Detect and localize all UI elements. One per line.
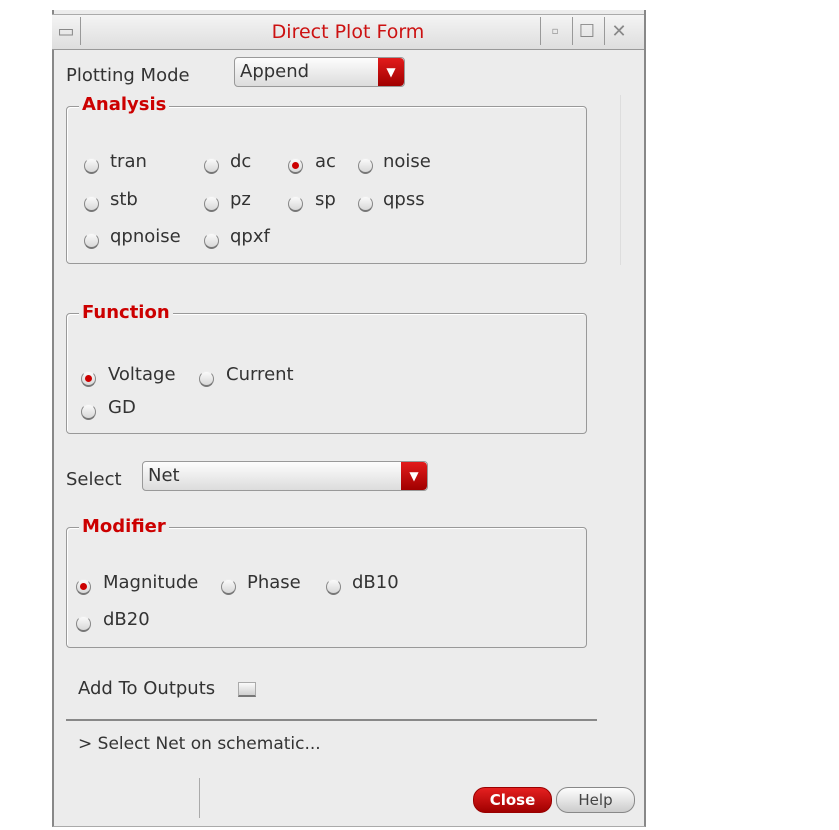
analysis-radio-ac[interactable] <box>288 158 303 174</box>
analysis-option-label[interactable]: qpnoise <box>110 226 181 247</box>
function-option-label[interactable]: GD <box>108 397 136 418</box>
modifier-option-label[interactable]: Magnitude <box>103 572 198 593</box>
function-legend: Function <box>79 302 173 323</box>
modifier-option-label[interactable]: dB10 <box>352 572 399 593</box>
modifier-radio-db10[interactable] <box>326 579 341 595</box>
analysis-radio-qpss[interactable] <box>358 196 373 212</box>
divider <box>199 778 200 818</box>
function-radio-gd[interactable] <box>81 404 96 420</box>
analysis-option-label[interactable]: noise <box>383 151 431 172</box>
add-to-outputs-label: Add To Outputs <box>78 678 216 699</box>
modifier-option-label[interactable]: dB20 <box>103 609 150 630</box>
help-button[interactable]: Help <box>556 787 635 813</box>
analysis-radio-sp[interactable] <box>288 196 303 212</box>
modifier-radio-phase[interactable] <box>221 579 236 595</box>
analysis-legend: Analysis <box>79 94 170 115</box>
title-bar[interactable]: ▭ Direct Plot Form ▫ ☐ ✕ <box>52 14 644 50</box>
modifier-legend: Modifier <box>79 516 169 537</box>
maximize-icon: ☐ <box>578 20 596 42</box>
select-value: Net <box>148 465 180 486</box>
plotting-mode-label: Plotting Mode <box>66 65 190 86</box>
function-radio-voltage[interactable] <box>81 371 96 387</box>
analysis-option-label[interactable]: qpxf <box>230 226 270 247</box>
analysis-option-label[interactable]: sp <box>315 189 336 210</box>
plotting-mode-dropdown[interactable]: Append ▼ <box>234 57 405 87</box>
analysis-option-label[interactable]: ac <box>315 151 336 172</box>
chevron-down-icon: ▼ <box>378 58 404 86</box>
analysis-radio-tran[interactable] <box>84 158 99 174</box>
select-label: Select <box>66 469 122 490</box>
close-button[interactable]: Close <box>473 787 552 813</box>
analysis-option-label[interactable]: dc <box>230 151 251 172</box>
status-text: > Select Net on schematic... <box>78 734 321 754</box>
plotting-mode-value: Append <box>240 61 310 82</box>
modifier-radio-db20[interactable] <box>76 616 91 632</box>
analysis-option-label[interactable]: pz <box>230 189 251 210</box>
analysis-option-label[interactable]: stb <box>110 189 138 210</box>
function-option-label[interactable]: Current <box>226 364 294 385</box>
analysis-option-label[interactable]: qpss <box>383 189 425 210</box>
function-radio-current[interactable] <box>199 371 214 387</box>
select-dropdown[interactable]: Net ▼ <box>142 461 428 491</box>
add-to-outputs-checkbox[interactable] <box>238 682 256 697</box>
close-icon: ✕ <box>611 20 627 42</box>
minimize-button[interactable]: ▫ <box>540 17 569 45</box>
analysis-radio-pz[interactable] <box>204 196 219 212</box>
separator <box>66 719 597 721</box>
analysis-option-label[interactable]: tran <box>110 151 147 172</box>
modifier-option-label[interactable]: Phase <box>247 572 301 593</box>
function-option-label[interactable]: Voltage <box>108 364 176 385</box>
analysis-radio-qpxf[interactable] <box>204 233 219 249</box>
scrollbar[interactable] <box>620 95 629 265</box>
chevron-down-icon: ▼ <box>401 462 427 490</box>
analysis-radio-dc[interactable] <box>204 158 219 174</box>
maximize-button[interactable]: ☐ <box>572 17 601 45</box>
close-window-button[interactable]: ✕ <box>604 17 633 45</box>
analysis-radio-qpnoise[interactable] <box>84 233 99 249</box>
minimize-icon: ▫ <box>551 25 559 37</box>
analysis-radio-stb[interactable] <box>84 196 99 212</box>
modifier-radio-magnitude[interactable] <box>76 579 91 595</box>
analysis-radio-noise[interactable] <box>358 158 373 174</box>
